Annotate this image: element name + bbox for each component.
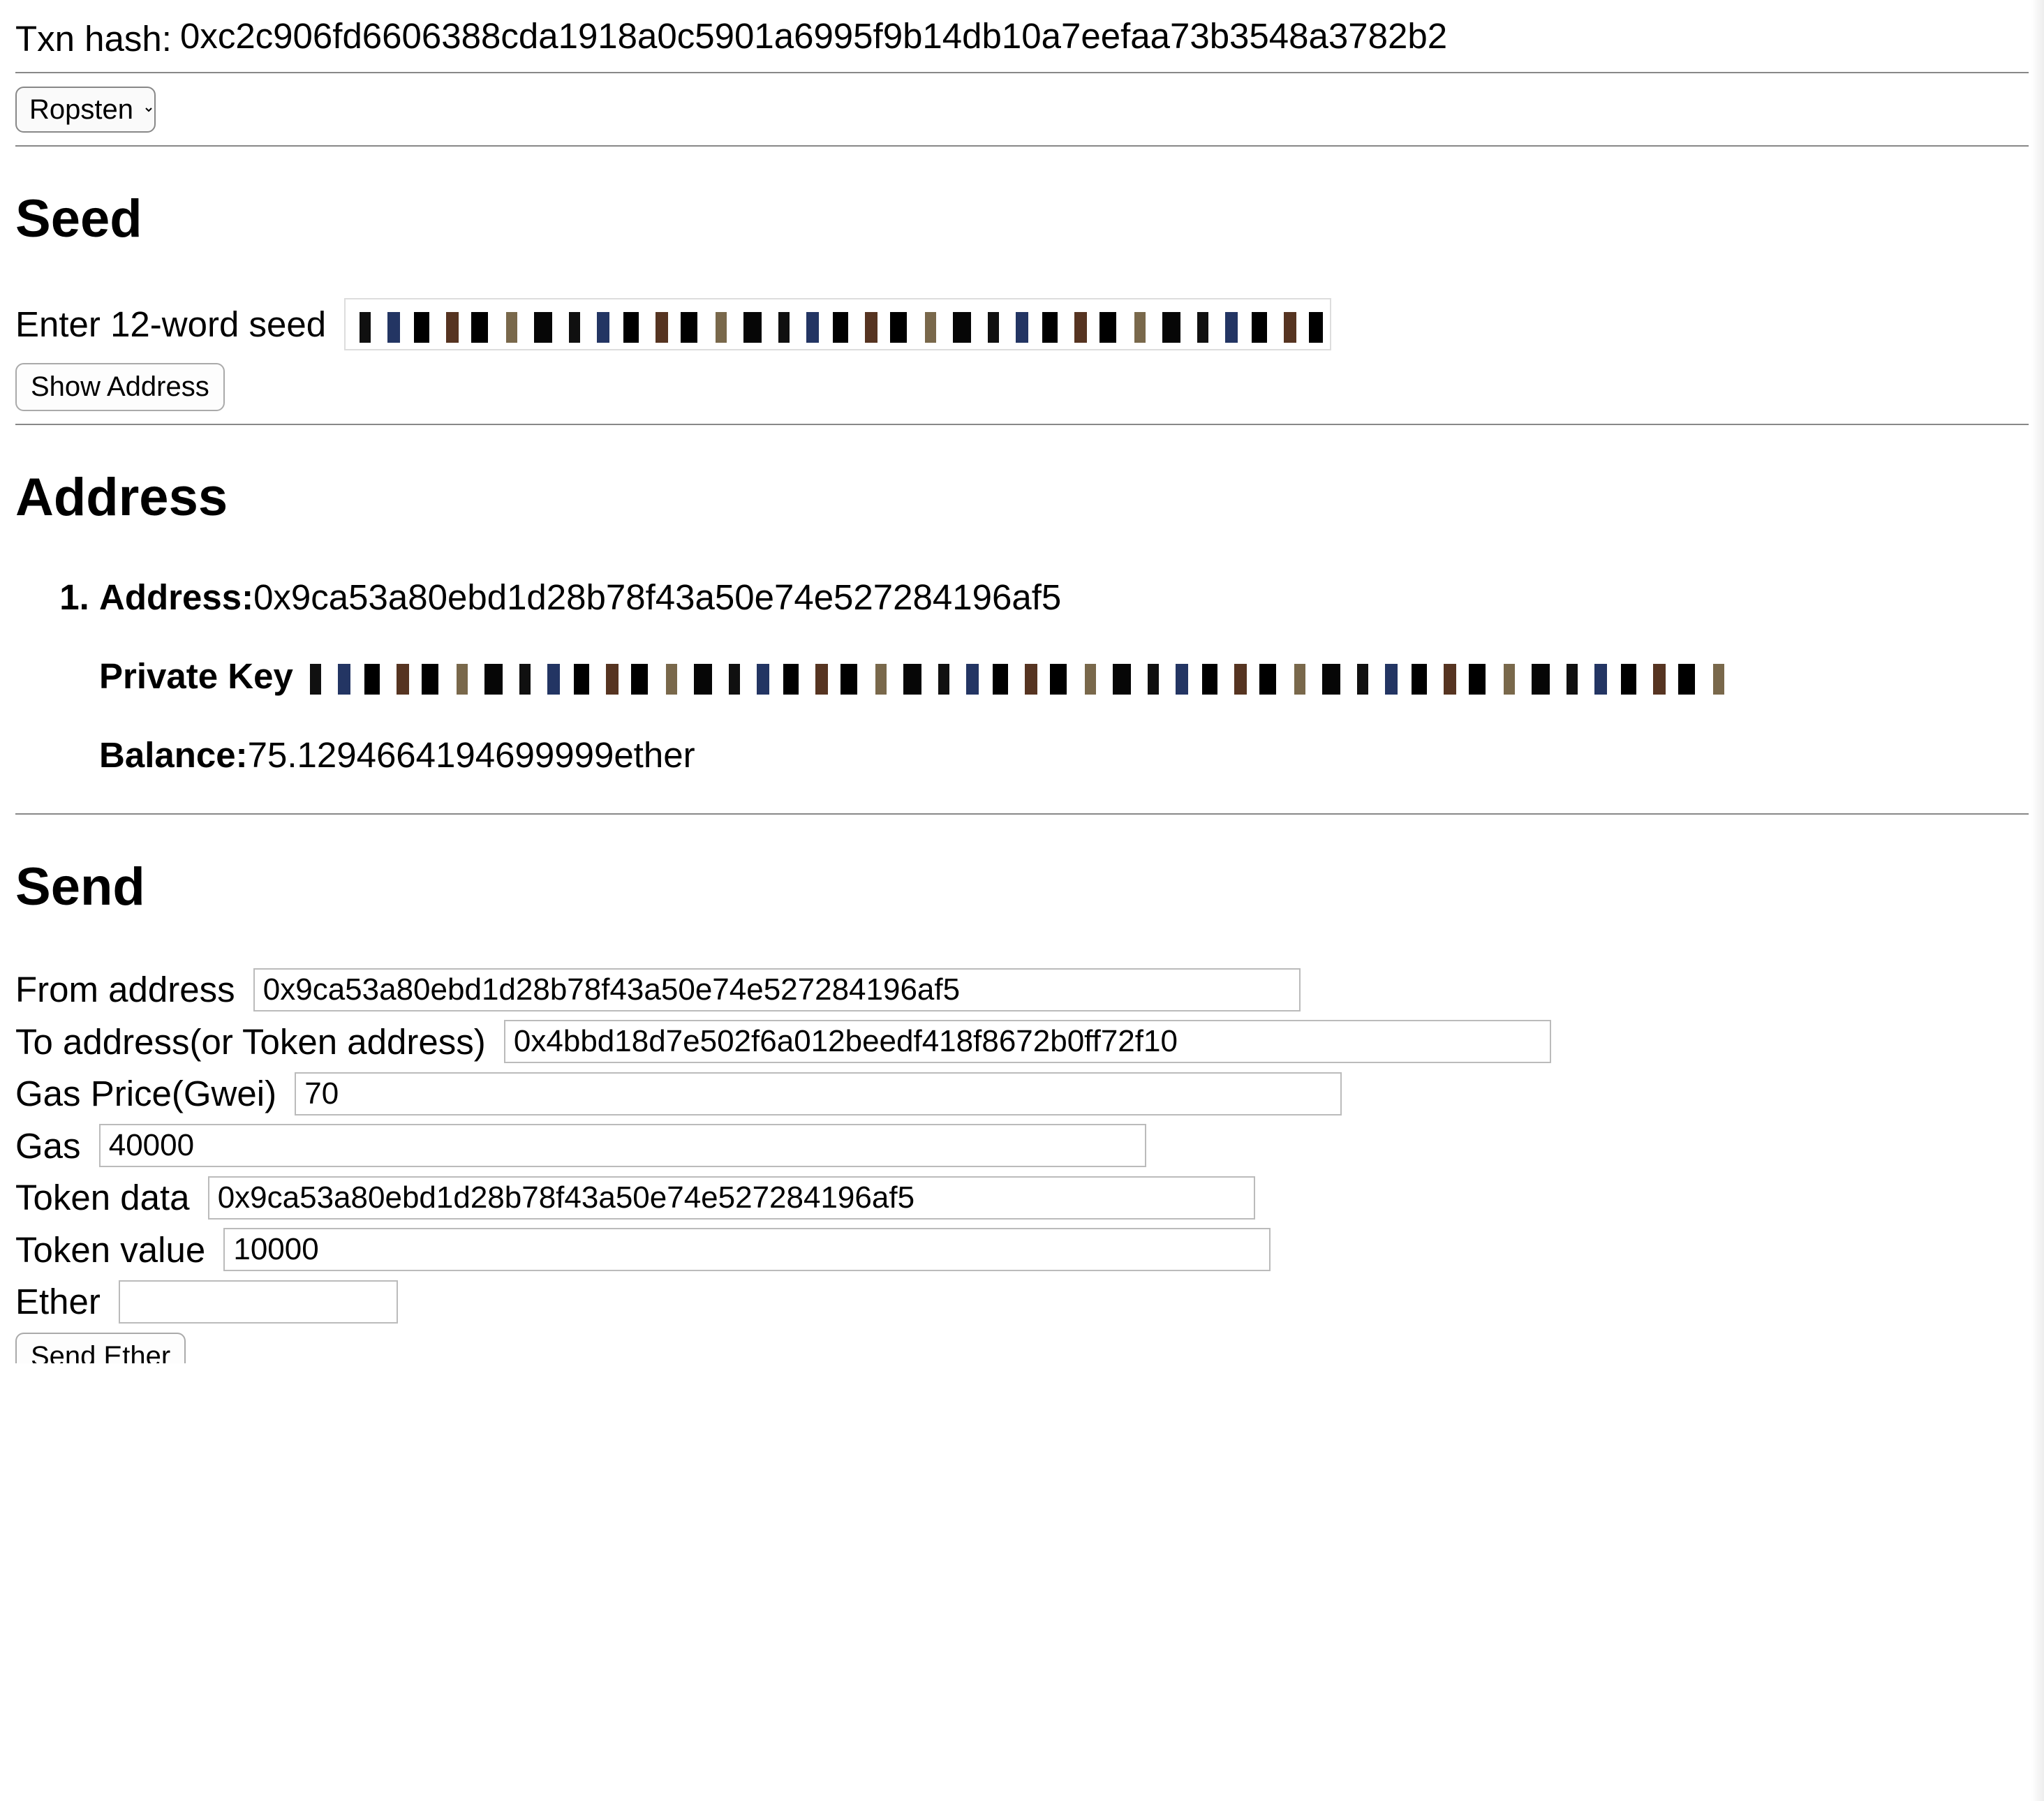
address-kv: Address:0x9ca53a80ebd1d28b78f43a50e74e52…: [99, 577, 2029, 618]
token-data-label: Token data: [15, 1177, 190, 1218]
address-list: Address:0x9ca53a80ebd1d28b78f43a50e74e52…: [15, 577, 2029, 776]
gas-price-row: Gas Price(Gwei): [15, 1070, 2029, 1116]
send-ether-button[interactable]: Send Ether: [15, 1333, 186, 1363]
token-value-row: Token value: [15, 1226, 2029, 1272]
address-value: 0x9ca53a80ebd1d28b78f43a50e74e527284196a…: [253, 577, 1061, 617]
send-heading: Send: [15, 857, 2029, 917]
txn-hash-label: Txn hash:: [15, 18, 172, 59]
txn-hash-value: 0xc2c906fd6606388cda1918a0c5901a6995f9b1…: [180, 16, 1447, 56]
token-data-row: Token data: [15, 1174, 2029, 1220]
to-row: To address(or Token address): [15, 1018, 2029, 1064]
token-value-label: Token value: [15, 1229, 205, 1270]
private-key-label: Private Key: [99, 656, 293, 696]
seed-heading: Seed: [15, 188, 2029, 249]
ether-row: Ether: [15, 1278, 2029, 1324]
gas-label: Gas: [15, 1125, 81, 1166]
gas-input[interactable]: [99, 1124, 1146, 1167]
from-row: From address: [15, 966, 2029, 1011]
address-heading: Address: [15, 467, 2029, 528]
divider: [15, 813, 2029, 815]
show-address-button[interactable]: Show Address: [15, 363, 225, 411]
balance-label: Balance:: [99, 735, 248, 775]
address-label: Address:: [99, 577, 253, 617]
from-address-input[interactable]: [253, 968, 1301, 1011]
gas-price-input[interactable]: [295, 1072, 1342, 1116]
private-key-kv: Private Key: [99, 655, 2029, 697]
balance-kv: Balance:75.1294664194699999ether: [99, 734, 2029, 776]
txn-hash-row: Txn hash: 0xc2c906fd6606388cda1918a0c590…: [15, 15, 2029, 59]
gas-row: Gas: [15, 1122, 2029, 1168]
token-data-input[interactable]: [208, 1176, 1255, 1220]
ether-input[interactable]: [119, 1280, 398, 1324]
divider: [15, 72, 2029, 73]
to-address-input[interactable]: [504, 1020, 1551, 1063]
gas-price-label: Gas Price(Gwei): [15, 1073, 276, 1114]
address-list-item: Address:0x9ca53a80ebd1d28b78f43a50e74e52…: [99, 577, 2029, 776]
from-address-label: From address: [15, 969, 235, 1010]
to-address-label: To address(or Token address): [15, 1021, 486, 1062]
page-shadow: [2031, 0, 2044, 1801]
redacted-private-key-icon: [310, 664, 1741, 695]
ether-label: Ether: [15, 1281, 101, 1322]
network-select[interactable]: Ropsten: [15, 87, 156, 133]
network-row: Ropsten: [15, 86, 2029, 133]
balance-unit: ether: [614, 735, 695, 775]
token-value-input[interactable]: [223, 1228, 1271, 1271]
divider: [15, 424, 2029, 425]
seed-entry-row: Enter 12-word seed: [15, 298, 2029, 350]
balance-value: 75.1294664194699999: [248, 735, 614, 775]
seed-prompt-label: Enter 12-word seed: [15, 304, 326, 345]
seed-input[interactable]: [344, 298, 1331, 350]
divider: [15, 145, 2029, 147]
redacted-seed-icon: [360, 312, 1323, 343]
